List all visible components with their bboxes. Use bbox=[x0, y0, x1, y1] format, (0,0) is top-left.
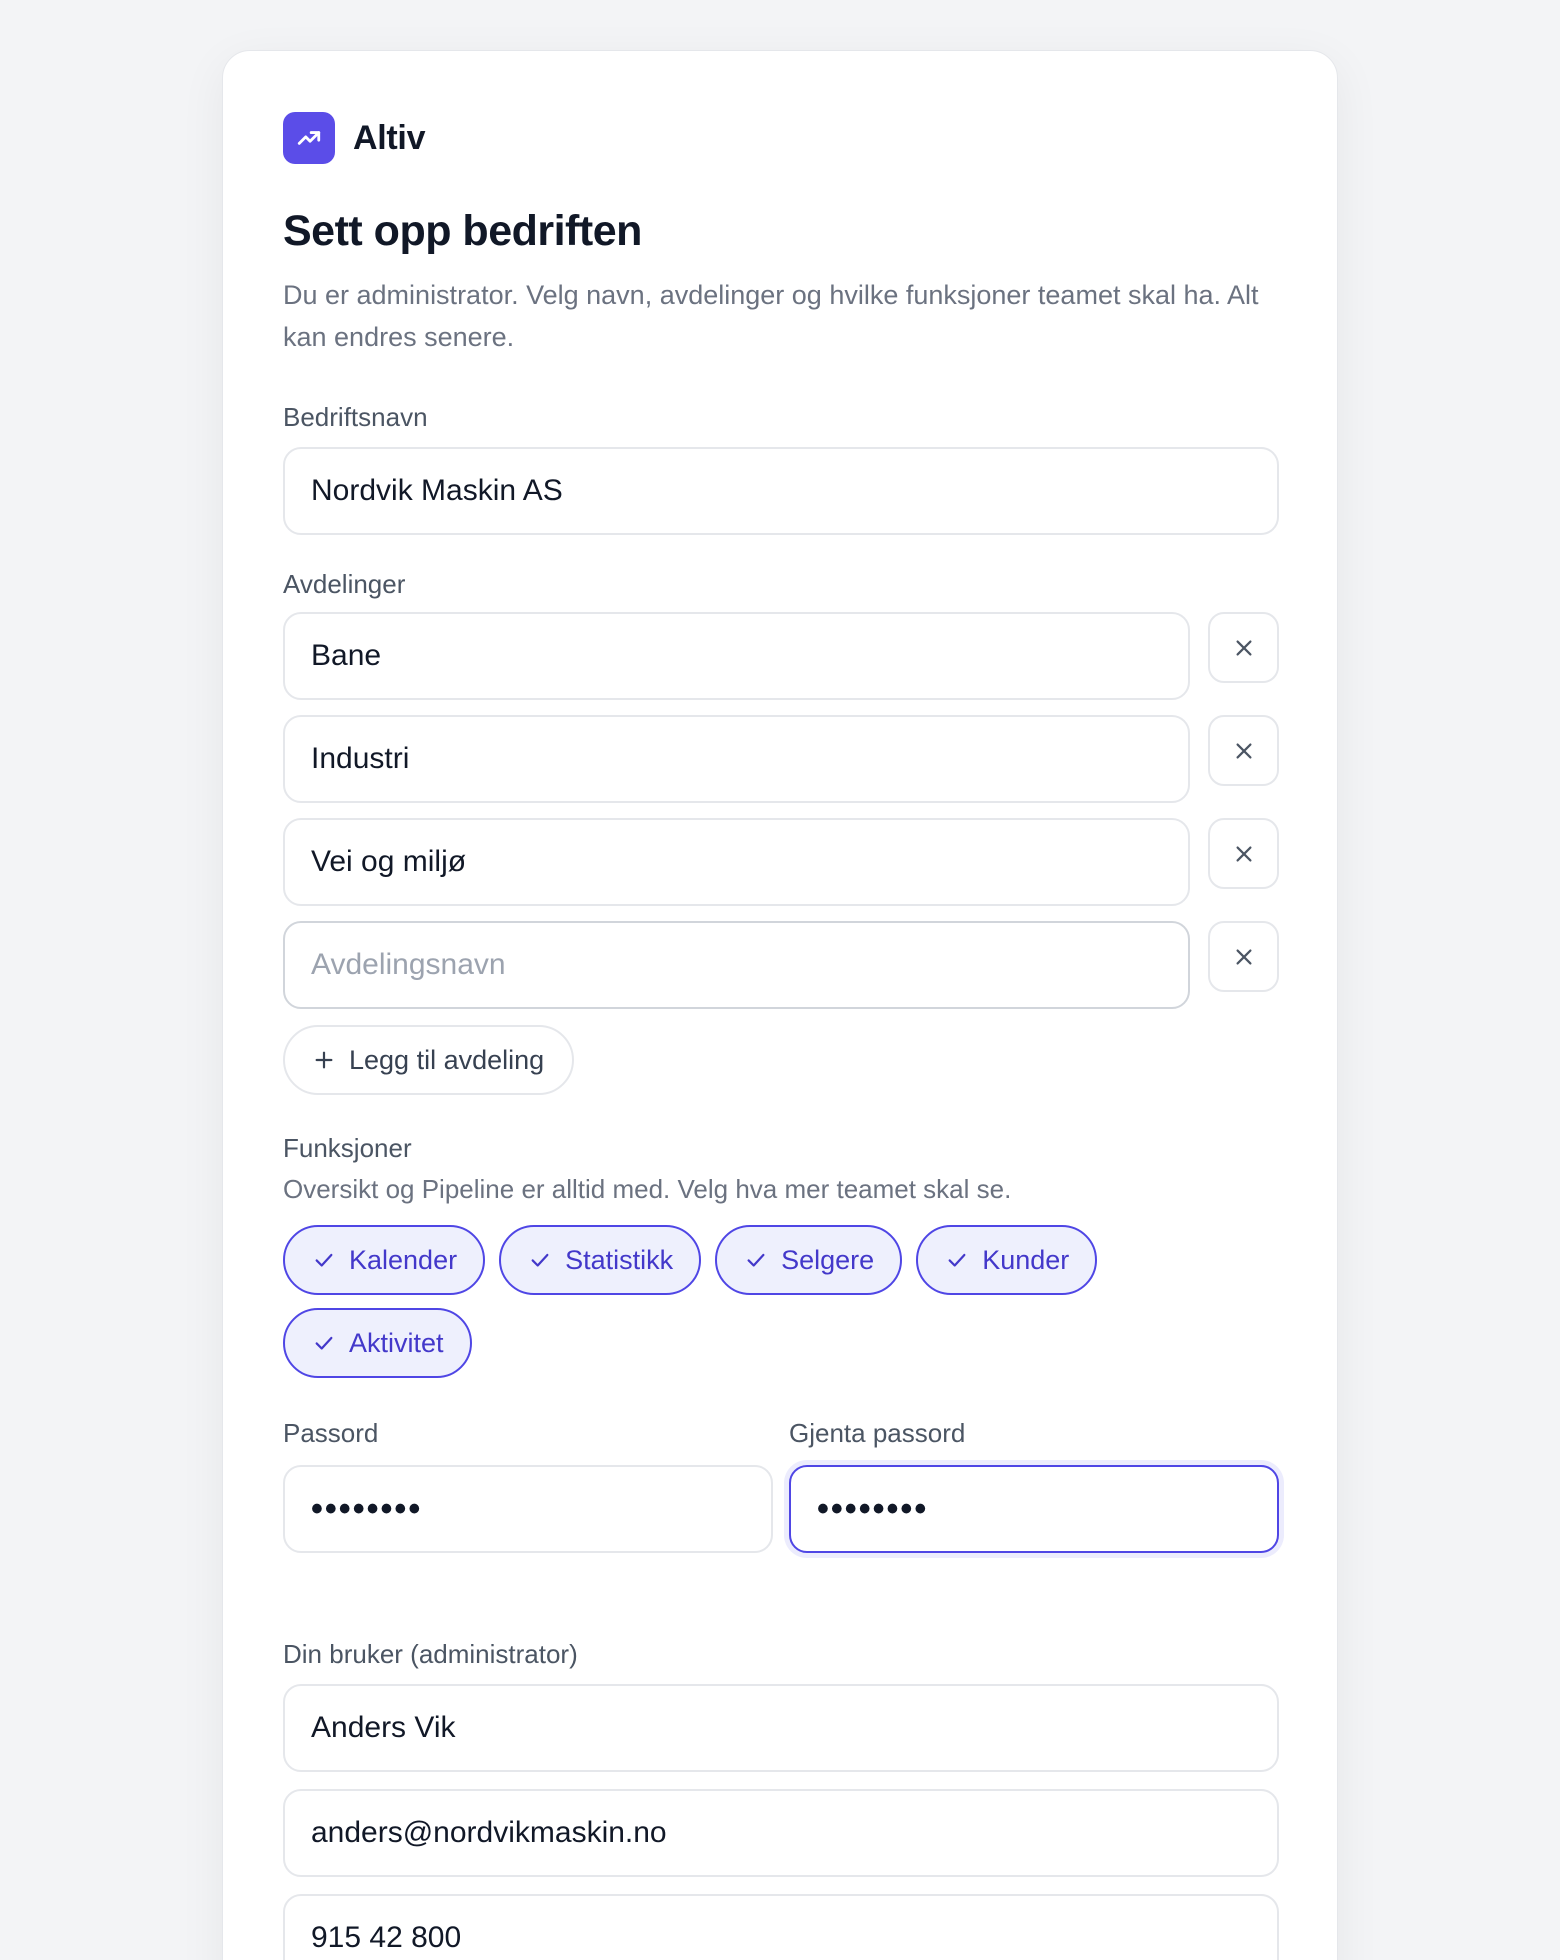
feature-chip-aktivitet[interactable]: Aktivitet bbox=[283, 1308, 472, 1378]
company-name-label: Bedriftsnavn bbox=[283, 402, 428, 432]
add-department-label: Legg til avdeling bbox=[349, 1044, 545, 1075]
remove-department-button[interactable] bbox=[1208, 921, 1279, 992]
check-icon bbox=[747, 1253, 765, 1267]
features-hint: Oversikt og Pipeline er alltid med. Velg… bbox=[283, 1174, 1012, 1204]
admin-user-label: Din bruker (administrator) bbox=[283, 1639, 578, 1669]
repeat-password-value: •••••••• bbox=[817, 1489, 929, 1528]
feature-chip-label: Aktivitet bbox=[349, 1327, 444, 1358]
brand-header: Altiv bbox=[283, 112, 1279, 164]
department-input[interactable]: Industri bbox=[283, 715, 1191, 803]
admin-name-input[interactable]: Anders Vik bbox=[283, 1684, 1279, 1772]
trending-up-icon bbox=[283, 112, 335, 164]
department-row: Bane bbox=[283, 612, 1279, 700]
page-subtitle: Du er administrator. Velg navn, avdeling… bbox=[283, 280, 1259, 352]
close-icon bbox=[1236, 948, 1252, 965]
password-label: Passord bbox=[283, 1418, 379, 1448]
feature-chip-label: Kunder bbox=[982, 1244, 1070, 1275]
repeat-password-column: Gjenta passord •••••••• bbox=[789, 1418, 1279, 1553]
feature-chip-label: Kalender bbox=[349, 1244, 458, 1275]
password-value: •••••••• bbox=[311, 1489, 423, 1528]
department-input[interactable]: Vei og miljø bbox=[283, 818, 1191, 906]
remove-department-button[interactable] bbox=[1208, 715, 1279, 786]
department-row: Vei og miljø bbox=[283, 818, 1279, 906]
departments-label: Avdelinger bbox=[283, 569, 406, 599]
check-icon bbox=[948, 1253, 966, 1267]
check-icon bbox=[531, 1253, 549, 1267]
features-group: Funksjoner Oversikt og Pipeline er allti… bbox=[283, 1133, 1279, 1378]
check-icon bbox=[315, 1336, 333, 1350]
departments-group: Avdelinger Bane Industri Vei og miljø Av… bbox=[283, 569, 1279, 1095]
department-name-input[interactable]: Avdelingsnavn bbox=[283, 921, 1191, 1009]
features-label: Funksjoner bbox=[283, 1133, 412, 1163]
remove-department-button[interactable] bbox=[1208, 818, 1279, 889]
repeat-password-input[interactable]: •••••••• bbox=[789, 1465, 1279, 1553]
close-icon bbox=[1236, 742, 1252, 759]
department-row: Industri bbox=[283, 715, 1279, 803]
add-department-button[interactable]: Legg til avdeling bbox=[283, 1025, 575, 1095]
brand-name: Altiv bbox=[353, 118, 426, 157]
check-icon bbox=[315, 1253, 333, 1267]
department-row: Avdelingsnavn bbox=[283, 921, 1279, 1009]
admin-user-group: Din bruker (administrator) Anders Vik an… bbox=[283, 1639, 1279, 1960]
password-input[interactable]: •••••••• bbox=[283, 1465, 773, 1553]
feature-chip-kunder[interactable]: Kunder bbox=[916, 1225, 1098, 1295]
remove-department-button[interactable] bbox=[1208, 612, 1279, 683]
plus-icon bbox=[315, 1051, 333, 1069]
repeat-password-label: Gjenta passord bbox=[789, 1418, 966, 1448]
feature-chip-label: Statistikk bbox=[565, 1244, 674, 1275]
feature-chip-label: Selgere bbox=[781, 1244, 875, 1275]
password-group: Passord •••••••• Gjenta passord •••••••• bbox=[283, 1418, 1279, 1553]
setup-form: Altiv Sett opp bedriften Du er administr… bbox=[283, 112, 1279, 1960]
company-field-group: Bedriftsnavn Nordvik Maskin AS bbox=[283, 402, 1279, 535]
close-icon bbox=[1236, 639, 1252, 656]
admin-phone-input[interactable]: 915 42 800 bbox=[283, 1894, 1279, 1960]
feature-chip-selgere[interactable]: Selgere bbox=[715, 1225, 903, 1295]
feature-chips: Kalender Statistikk Selgere Kunder Aktiv… bbox=[283, 1225, 1279, 1378]
admin-email-input[interactable]: anders@nordvikmaskin.no bbox=[283, 1789, 1279, 1877]
feature-chip-statistikk[interactable]: Statistikk bbox=[499, 1225, 702, 1295]
setup-card: Altiv Sett opp bedriften Du er administr… bbox=[222, 50, 1338, 1960]
department-input[interactable]: Bane bbox=[283, 612, 1191, 700]
company-name-input[interactable]: Nordvik Maskin AS bbox=[283, 447, 1279, 535]
password-column: Passord •••••••• bbox=[283, 1418, 773, 1553]
page-title: Sett opp bedriften bbox=[283, 207, 642, 255]
feature-chip-kalender[interactable]: Kalender bbox=[283, 1225, 486, 1295]
close-icon bbox=[1236, 845, 1252, 862]
